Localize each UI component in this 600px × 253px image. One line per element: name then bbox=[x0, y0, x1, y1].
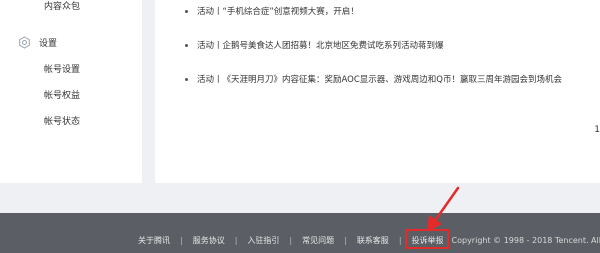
footer-links: 关于腾讯 | 服务协议 | 入驻指引 | 常见问题 | 联系客服 | 投诉举报 … bbox=[138, 234, 600, 246]
content-gap bbox=[0, 183, 600, 213]
footer-separator: | bbox=[398, 235, 402, 245]
news-list-item[interactable]: 活动丨企鹅号美食达人团招募！北京地区免费试吃系列活动蒋到爆 bbox=[185, 38, 444, 52]
news-list-item[interactable]: 活动丨“手机综合症”创意视频大赛，开启！ bbox=[185, 4, 359, 18]
news-list-item[interactable]: 活动丨《天涯明月刀》内容征集：奖励AOC显示器、游戏周边和Q币！赢取三周年游园会… bbox=[185, 72, 562, 86]
sidebar-item-account-settings[interactable]: 帐号设置 bbox=[44, 62, 80, 75]
news-title[interactable]: 活动丨《天涯明月刀》内容征集：奖励AOC显示器、游戏周边和Q币！赢取三周年游园会… bbox=[197, 73, 562, 85]
copyright-text: Copyright © 1998 - 2018 Tencent. All bbox=[451, 235, 600, 245]
main-content: 活动丨“手机综合症”创意视频大赛，开启！ 活动丨企鹅号美食达人团招募！北京地区免… bbox=[155, 0, 600, 183]
pagination-page[interactable]: 1 bbox=[594, 125, 600, 135]
bullet-icon bbox=[185, 77, 188, 81]
footer-link-service-agreement[interactable]: 服务协议 bbox=[193, 235, 225, 246]
footer-link-faq[interactable]: 常见问题 bbox=[302, 235, 334, 246]
sidebar-item-label: 内容众包 bbox=[44, 2, 81, 12]
footer-separator: | bbox=[344, 235, 347, 245]
sidebar-item-label: 帐号设置 bbox=[44, 65, 81, 75]
sidebar: 内容众包 设置 帐号设置 帐号权益 帐号状态 bbox=[0, 0, 142, 183]
sidebar-item-account-rights[interactable]: 帐号权益 bbox=[44, 88, 80, 101]
footer-link-contact-support[interactable]: 联系客服 bbox=[357, 235, 389, 246]
news-title[interactable]: 活动丨“手机综合症”创意视频大赛，开启！ bbox=[197, 5, 359, 17]
footer-link-about[interactable]: 关于腾讯 bbox=[138, 235, 170, 246]
sidebar-item-content-crowdsourcing[interactable]: 内容众包 bbox=[44, 0, 80, 12]
sidebar-item-label: 帐号权益 bbox=[44, 91, 81, 101]
news-title[interactable]: 活动丨企鹅号美食达人团招募！北京地区免费试吃系列活动蒋到爆 bbox=[197, 39, 444, 51]
footer bbox=[0, 213, 600, 253]
sidebar-item-account-status[interactable]: 帐号状态 bbox=[44, 114, 80, 127]
bullet-icon bbox=[185, 43, 188, 47]
gear-icon bbox=[18, 36, 31, 49]
sidebar-item-label: 帐号状态 bbox=[44, 117, 81, 127]
footer-separator: | bbox=[289, 235, 293, 245]
footer-link-onboarding-guide[interactable]: 入驻指引 bbox=[247, 235, 279, 246]
footer-separator: | bbox=[180, 235, 183, 245]
annotation-highlight-box bbox=[405, 229, 449, 249]
sidebar-section-settings[interactable]: 设置 bbox=[18, 36, 57, 49]
footer-separator: | bbox=[234, 235, 238, 245]
sidebar-item-label: 设置 bbox=[39, 39, 58, 49]
bullet-icon bbox=[185, 9, 188, 13]
